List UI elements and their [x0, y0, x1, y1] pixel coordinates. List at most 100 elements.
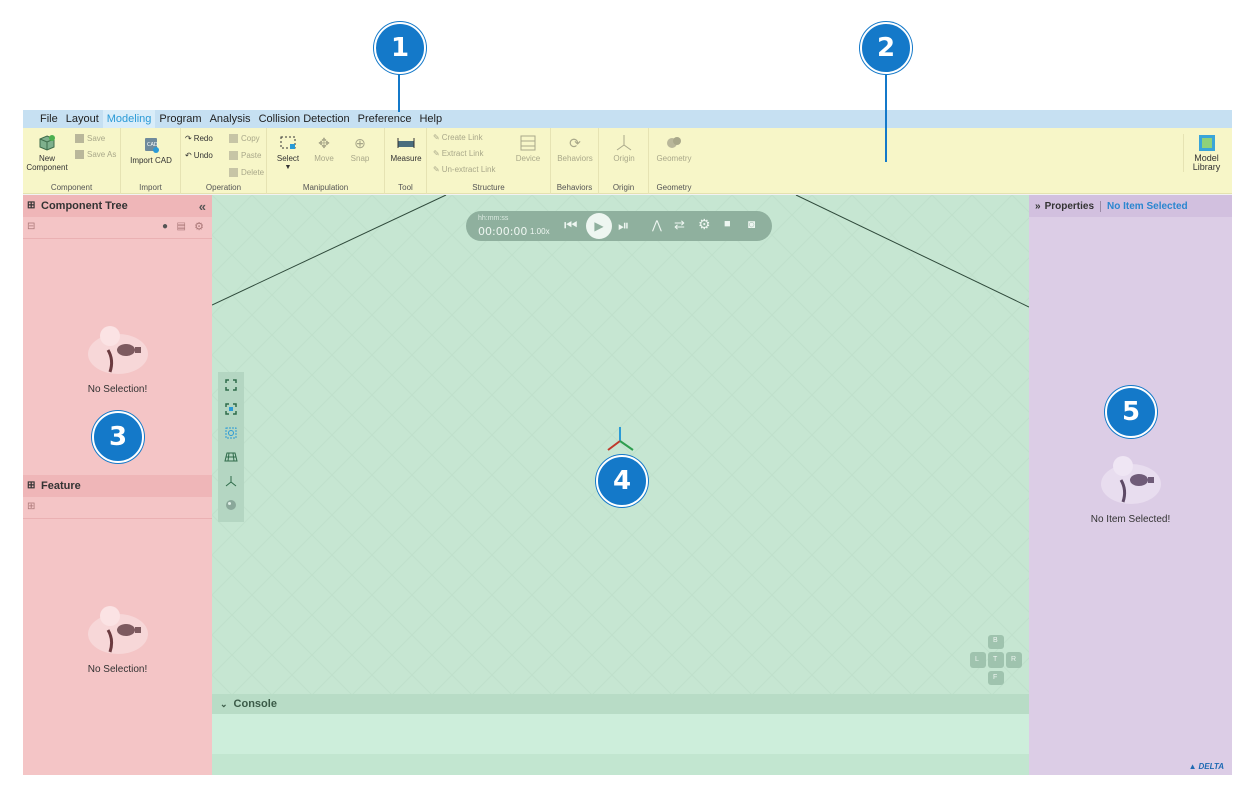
feature-icon: ⊞ — [27, 480, 36, 491]
ribbon-group-component-label: Component — [50, 183, 93, 192]
menu-layout[interactable]: Layout — [62, 110, 103, 128]
unextract-link-button[interactable]: ✎ Un-extract Link — [433, 163, 496, 175]
nav-cube-back[interactable]: B — [993, 637, 998, 644]
no-selection-illustration — [87, 326, 148, 374]
playback-bar: hh:mm:ss 00:00:00 1.00x ⏮ ▶ ⏯ ⋀ ⇄ ⚙ ■ ◙ — [466, 211, 772, 241]
device-button[interactable]: Device — [511, 134, 545, 163]
ribbon-group-geometry: Geometry Geometry — [649, 128, 699, 194]
menu-collision-detection[interactable]: Collision Detection — [255, 110, 354, 128]
redo-icon: ↷ — [185, 133, 192, 143]
status-strip — [212, 754, 1029, 775]
save-as-button[interactable]: Save As — [75, 148, 116, 160]
callout-5: 5 — [1105, 386, 1157, 438]
skip-to-start-icon[interactable]: ⏮ — [564, 217, 578, 234]
component-tree-empty-state: No Selection! — [23, 320, 212, 395]
paste-icon — [229, 150, 238, 160]
menu-bar: File Layout Modeling Program Analysis Co… — [23, 110, 1232, 128]
copy-button[interactable]: Copy — [229, 132, 260, 144]
view-tools — [218, 372, 244, 522]
expand-all-icon[interactable]: ⊟ — [27, 221, 35, 232]
origin-button[interactable]: Origin — [605, 134, 643, 163]
ribbon-group-structure: ✎ Create Link ✎ Extract Link ✎ Un-extrac… — [427, 128, 551, 194]
ribbon-group-operation: ↷ Redo ↶ Undo Copy Paste Delete Operatio… — [181, 128, 267, 194]
time-format-label: hh:mm:ss — [478, 215, 509, 222]
feature-title: Feature — [41, 480, 81, 492]
snap-label: Snap — [350, 154, 370, 163]
left-panel: ⊞ Component Tree « ⊟ ● ▤ ⚙ No Selection!… — [23, 195, 212, 775]
visibility-icon[interactable]: ● — [162, 221, 168, 232]
feature-expand-icon[interactable]: ⊞ — [27, 501, 35, 512]
nav-cube-front[interactable]: F — [993, 674, 997, 681]
ribbon-group-import: CAD Import CAD Import — [121, 128, 181, 194]
select-dropdown-icon[interactable]: ▼ — [285, 163, 292, 172]
import-cad-label: Import CAD — [130, 156, 172, 165]
callout-1-line — [398, 70, 400, 112]
loop-icon[interactable]: ⇄ — [674, 217, 685, 233]
copy-icon — [229, 133, 238, 143]
record-video-icon[interactable]: ■ — [724, 218, 731, 230]
callout-4: 4 — [596, 455, 648, 507]
ribbon-group-origin: Origin Origin — [599, 128, 649, 194]
delete-button[interactable]: Delete — [229, 166, 264, 178]
menu-preference[interactable]: Preference — [354, 110, 416, 128]
model-library-icon — [1198, 134, 1216, 152]
snap-button[interactable]: ⊕ Snap — [345, 134, 375, 164]
new-component-button[interactable]: New Component — [25, 134, 69, 172]
ribbon-group-manipulation: Select ▼ ✥ Move ⊕ Snap Manipulation — [267, 128, 385, 194]
nav-cube-right[interactable]: R — [1011, 656, 1016, 663]
select-button[interactable]: Select ▼ — [273, 134, 303, 172]
extract-link-button[interactable]: ✎ Extract Link — [433, 147, 484, 159]
measure-button[interactable]: Measure — [387, 134, 425, 163]
component-tree-title: Component Tree — [41, 200, 128, 212]
nav-cube-top[interactable]: T — [993, 656, 997, 663]
fit-selected-icon[interactable] — [222, 400, 240, 418]
unextract-link-label: Un-extract Link — [441, 164, 496, 174]
unextract-link-icon: ✎ — [433, 164, 440, 174]
menu-program[interactable]: Program — [155, 110, 205, 128]
nav-cube-left[interactable]: L — [975, 656, 979, 663]
behaviors-icon: ⟳ — [569, 134, 581, 151]
filter-icon[interactable]: ▤ — [177, 221, 186, 232]
undo-label: Undo — [193, 150, 213, 160]
fit-all-icon[interactable] — [222, 376, 240, 394]
screenshot-icon[interactable]: ◙ — [748, 217, 755, 231]
callout-2: 2 — [860, 22, 912, 74]
geometry-button[interactable]: Geometry — [653, 134, 695, 163]
robot-path-icon[interactable]: ⋀ — [652, 218, 662, 232]
import-cad-icon: CAD — [142, 136, 160, 154]
create-link-button[interactable]: ✎ Create Link — [433, 131, 483, 143]
menu-analysis[interactable]: Analysis — [206, 110, 255, 128]
undo-button[interactable]: ↶ Undo — [185, 149, 213, 161]
feature-empty-state: No Selection! — [23, 600, 212, 675]
axis-view-icon[interactable] — [222, 472, 240, 490]
grid-icon[interactable] — [222, 448, 240, 466]
save-button[interactable]: Save — [75, 132, 105, 144]
expand-panel-icon[interactable]: » — [1035, 201, 1041, 212]
component-tree-empty-text: No Selection! — [87, 384, 148, 395]
geometry-label: Geometry — [656, 154, 692, 163]
play-icon[interactable]: ▶ — [586, 213, 612, 239]
menu-modeling[interactable]: Modeling — [102, 110, 156, 128]
geometry-icon — [665, 134, 683, 152]
redo-button[interactable]: ↷ Redo — [185, 132, 213, 144]
move-button[interactable]: ✥ Move — [309, 134, 339, 164]
menu-file[interactable]: File — [36, 110, 62, 128]
console-header[interactable]: ⌄ Console — [212, 694, 1029, 714]
render-mode-icon[interactable] — [222, 496, 240, 514]
zoom-box-icon[interactable] — [222, 424, 240, 442]
step-forward-icon[interactable]: ⏯ — [618, 217, 629, 234]
menu-help[interactable]: Help — [415, 110, 446, 128]
behaviors-button[interactable]: ⟳ Behaviors — [553, 134, 597, 164]
speed-display[interactable]: 1.00x — [530, 227, 550, 236]
settings-icon[interactable]: ⚙ — [698, 216, 711, 233]
save-label: Save — [87, 133, 106, 143]
settings-icon[interactable]: ⚙ — [194, 220, 204, 233]
callout-1: 1 — [374, 22, 426, 74]
import-cad-button[interactable]: CAD Import CAD — [127, 136, 175, 165]
console-output[interactable] — [212, 714, 1029, 754]
paste-button[interactable]: Paste — [229, 149, 261, 161]
properties-panel: » Properties No Item Selected No Item Se… — [1029, 195, 1232, 775]
callout-2-line — [885, 70, 887, 162]
model-library-button[interactable]: Model Library — [1183, 134, 1229, 172]
collapse-panel-icon[interactable]: « — [199, 199, 206, 214]
